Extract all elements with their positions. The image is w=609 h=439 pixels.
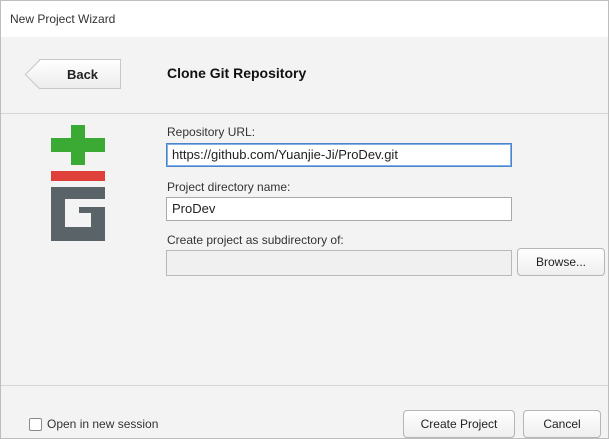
repo-url-input[interactable]: https://github.com/Yuanjie-Ji/ProDev.git <box>166 143 512 167</box>
window-title: New Project Wizard <box>1 1 608 38</box>
back-button[interactable]: Back <box>39 59 121 89</box>
project-dir-input[interactable]: ProDev <box>166 197 512 221</box>
repo-url-label: Repository URL: <box>167 125 256 139</box>
open-new-session-option[interactable]: Open in new session <box>29 416 158 432</box>
new-project-wizard-window: New Project Wizard Back Clone Git Reposi… <box>0 0 609 439</box>
wizard-header: Back Clone Git Repository <box>1 37 608 114</box>
back-button-label: Back <box>66 67 99 82</box>
open-new-session-checkbox[interactable] <box>29 417 42 431</box>
git-red-bar <box>51 171 105 181</box>
browse-button[interactable]: Browse... <box>517 248 605 276</box>
git-plus-horizontal <box>51 138 105 152</box>
wizard-footer: Open in new session Create Project Cance… <box>1 385 608 438</box>
git-logo-icon <box>51 125 105 241</box>
project-dir-label: Project directory name: <box>167 180 291 194</box>
git-g-shape <box>51 187 105 241</box>
cancel-button[interactable]: Cancel <box>523 410 601 438</box>
subdirectory-input[interactable] <box>166 250 512 276</box>
page-title: Clone Git Repository <box>167 65 307 81</box>
create-project-button[interactable]: Create Project <box>403 410 515 438</box>
open-new-session-label: Open in new session <box>47 417 159 431</box>
subdirectory-label: Create project as subdirectory of: <box>167 233 344 247</box>
